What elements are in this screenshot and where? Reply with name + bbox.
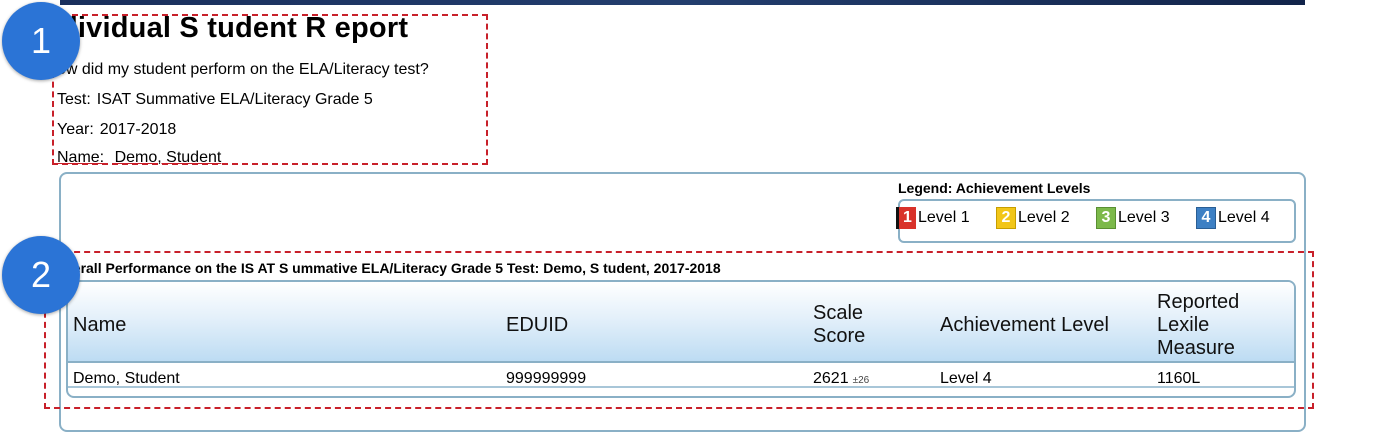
legend-title: Legend: Achievement Levels — [898, 180, 1091, 196]
scale-score-error: ±26 — [852, 375, 870, 386]
scale-score-line1: Scale — [813, 302, 864, 324]
year-label: Year: — [57, 121, 94, 138]
row-divider — [68, 386, 1294, 388]
level-1-badge: 1 — [896, 207, 916, 229]
level-2-badge: 2 — [996, 207, 1016, 229]
lexile-line1: Reported — [1157, 291, 1240, 313]
report-title: dividual S tudent R eport — [60, 12, 409, 44]
performance-table: Name EDUID Scale Score Achievement Level… — [66, 280, 1296, 398]
callout-badge-2: 2 — [2, 236, 80, 314]
scale-score-line2: Score — [813, 325, 866, 347]
name-label: Name: — [57, 149, 105, 166]
year-value: 2017-2018 — [99, 121, 177, 138]
lexile-line2: Lexile — [1157, 314, 1210, 336]
legend-item-level-2: 2 Level 2 — [996, 206, 1070, 230]
legend-item-level-4: 4 Level 4 — [1196, 206, 1270, 230]
column-header-lexile: Reported Lexile Measure — [1157, 291, 1239, 360]
test-label: Test: — [57, 91, 91, 108]
column-header-achievement-level: Achievement Level — [940, 314, 1109, 336]
legend-item-level-1: 1 Level 1 — [896, 206, 970, 230]
level-4-label: Level 4 — [1218, 209, 1270, 226]
level-2-label: Level 2 — [1018, 209, 1070, 226]
scale-score-value: 2621 — [813, 370, 849, 387]
column-header-name: Name — [73, 314, 127, 336]
level-1-label: Level 1 — [918, 209, 970, 226]
level-3-badge: 3 — [1096, 207, 1116, 229]
level-4-badge: 4 — [1196, 207, 1216, 229]
report-question: ow did my student perform on the ELA/Lit… — [57, 61, 429, 78]
top-banner — [60, 0, 1305, 5]
test-line: Test: ISAT Summative ELA/Literacy Grade 5 — [57, 91, 373, 109]
name-value: Demo, Student — [114, 149, 222, 166]
legend-item-level-3: 3 Level 3 — [1096, 206, 1170, 230]
performance-title: verall Performance on the IS AT S ummati… — [65, 260, 721, 276]
column-header-eduid: EDUID — [506, 314, 569, 336]
name-line: Name: Demo, Student — [57, 149, 221, 167]
level-3-label: Level 3 — [1118, 209, 1170, 226]
test-value: ISAT Summative ELA/Literacy Grade 5 — [96, 91, 373, 108]
callout-badge-1: 1 — [2, 2, 80, 80]
lexile-line3: Measure — [1157, 337, 1235, 359]
table-header: Name EDUID Scale Score Achievement Level… — [68, 282, 1294, 363]
year-line: Year: 2017-2018 — [57, 121, 176, 139]
column-header-scale-score: Scale Score — [813, 302, 865, 348]
